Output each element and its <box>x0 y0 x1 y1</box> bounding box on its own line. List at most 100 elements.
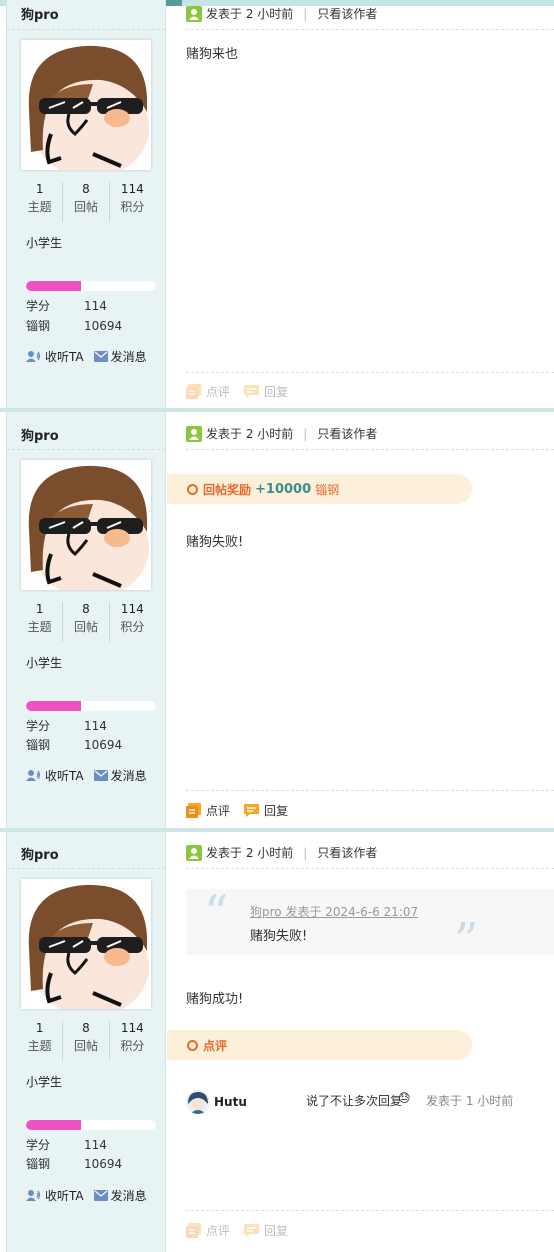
online-user-icon <box>186 5 202 22</box>
reply-label: 回复 <box>264 804 289 818</box>
post-body: 发表于 2 小时前 | 只看该作者 赌狗来也 点评 回复 <box>167 0 554 410</box>
stat-label: 主题 <box>27 620 52 634</box>
level-progress-fill <box>26 281 81 291</box>
author-actions: 收听TA 发消息 <box>26 1187 147 1204</box>
credits-value: 114 <box>84 299 107 313</box>
reward-unit: 锱钢 <box>315 482 340 497</box>
rate-button[interactable]: 点评 <box>186 383 230 400</box>
stat-replies[interactable]: 8 回帖 <box>63 602 110 642</box>
quote-text: 赌狗失败! <box>250 929 308 944</box>
coins-row: 锱钢 10694 <box>26 736 156 753</box>
stat-label: 主题 <box>27 1039 52 1053</box>
follow-label: 收听TA <box>45 1189 84 1203</box>
rate-icon <box>186 384 201 399</box>
mail-icon <box>93 1190 108 1201</box>
stat-topics[interactable]: 1 主题 <box>17 182 64 222</box>
divider <box>186 372 554 373</box>
author-actions: 收听TA 发消息 <box>26 767 147 784</box>
stat-number: 114 <box>120 602 144 616</box>
rate-button[interactable]: 点评 <box>186 802 230 819</box>
comment-section-banner: 点评 <box>167 1030 472 1060</box>
stat-label: 积分 <box>120 1039 145 1053</box>
coins-value: 10694 <box>84 1157 123 1171</box>
mail-icon <box>93 351 108 362</box>
level-progress-fill <box>26 701 81 711</box>
user-rank[interactable]: 小学生 <box>26 1073 62 1090</box>
post-1: 狗pro 1 主题 8 回帖 114 积分 小学生 学分 114 锱钢 1069… <box>0 0 554 410</box>
only-author-link[interactable]: 只看该作者 <box>317 5 377 22</box>
follow-icon <box>26 351 41 362</box>
credits-label: 学分 <box>26 1138 51 1152</box>
divider <box>186 29 554 30</box>
credits-label: 学分 <box>26 719 51 733</box>
stat-number: 8 <box>82 1021 90 1035</box>
follow-button[interactable]: 收听TA <box>26 767 84 784</box>
commenter-name[interactable]: Hutu <box>214 1095 247 1109</box>
reply-button[interactable]: 回复 <box>244 802 288 819</box>
quote-header-link[interactable]: 狗pro 发表于 2024-6-6 21:07 <box>250 903 418 920</box>
meta-separator: | <box>303 6 308 21</box>
follow-button[interactable]: 收听TA <box>26 1187 84 1204</box>
reply-button[interactable]: 回复 <box>244 1222 288 1239</box>
stat-topics[interactable]: 1 主题 <box>17 1021 64 1061</box>
stat-label: 回帖 <box>73 200 98 214</box>
author-name[interactable]: 狗pro <box>21 4 59 23</box>
post-content: 赌狗成功! <box>186 992 244 1007</box>
author-name[interactable]: 狗pro <box>21 844 59 863</box>
stat-points[interactable]: 114 积分 <box>110 182 155 222</box>
only-author-link[interactable]: 只看该作者 <box>317 844 377 861</box>
author-sidebar: 狗pro 1 主题 8 回帖 114 积分 小学生 学分 114 锱钢 1069… <box>6 832 166 1252</box>
post-time: 发表于 2 小时前 <box>206 427 294 441</box>
only-author-link[interactable]: 只看该作者 <box>317 425 377 442</box>
post-2: 狗pro 1 主题 8 回帖 114 积分 小学生 学分 114 锱钢 1069… <box>0 412 554 828</box>
coins-row: 锱钢 10694 <box>26 317 156 334</box>
stat-replies[interactable]: 8 回帖 <box>63 1021 110 1061</box>
author-name[interactable]: 狗pro <box>21 425 59 444</box>
message-button[interactable]: 发消息 <box>93 767 147 784</box>
message-label: 发消息 <box>110 350 147 364</box>
message-button[interactable]: 发消息 <box>93 1187 147 1204</box>
author-actions: 收听TA 发消息 <box>26 348 147 365</box>
reply-button[interactable]: 回复 <box>244 383 288 400</box>
credits-row: 学分 114 <box>26 1136 156 1153</box>
stat-points[interactable]: 114 积分 <box>110 1021 155 1061</box>
post-meta: 发表于 2 小时前 | 只看该作者 <box>186 425 377 442</box>
quoted-reply: “ 狗pro 发表于 2024-6-6 21:07 赌狗失败! ” <box>186 885 554 969</box>
credits-row: 学分 114 <box>26 297 156 314</box>
stat-topics[interactable]: 1 主题 <box>17 602 64 642</box>
post-time: 发表于 2 小时前 <box>206 7 294 21</box>
level-progress-bar <box>26 281 156 291</box>
moon-icon <box>30 258 36 270</box>
reply-label: 回复 <box>264 385 289 399</box>
stat-replies[interactable]: 8 回帖 <box>63 182 110 222</box>
avatar[interactable] <box>21 879 151 1009</box>
credits-label: 学分 <box>26 299 51 313</box>
author-stats: 1 主题 8 回帖 114 积分 <box>17 602 155 642</box>
divider <box>186 868 554 869</box>
stat-number: 1 <box>35 182 44 196</box>
stat-number: 8 <box>82 182 90 196</box>
online-user-icon <box>186 844 202 861</box>
stat-label: 主题 <box>27 200 52 214</box>
comment-section-label: 点评 <box>203 1038 228 1053</box>
commenter-avatar[interactable] <box>186 1090 210 1114</box>
user-rank[interactable]: 小学生 <box>26 654 62 671</box>
rate-button[interactable]: 点评 <box>186 1222 230 1239</box>
post-body: 发表于 2 小时前 | 只看该作者 “ 狗pro 发表于 2024-6-6 21… <box>167 832 554 1252</box>
stat-points[interactable]: 114 积分 <box>110 602 155 642</box>
follow-label: 收听TA <box>45 769 84 783</box>
credits-row: 学分 114 <box>26 717 156 734</box>
coins-row: 锱钢 10694 <box>26 1155 156 1172</box>
message-button[interactable]: 发消息 <box>93 348 147 365</box>
coins-value: 10694 <box>84 319 123 333</box>
stat-label: 回帖 <box>73 1039 98 1053</box>
avatar[interactable] <box>21 460 151 590</box>
follow-button[interactable]: 收听TA <box>26 348 84 365</box>
rate-label: 点评 <box>206 385 231 399</box>
open-quote-icon: “ <box>204 885 229 941</box>
avatar[interactable] <box>21 40 151 170</box>
user-rank[interactable]: 小学生 <box>26 234 62 251</box>
mail-icon <box>93 770 108 781</box>
post-meta: 发表于 2 小时前 | 只看该作者 <box>186 844 377 861</box>
divider <box>186 790 554 791</box>
